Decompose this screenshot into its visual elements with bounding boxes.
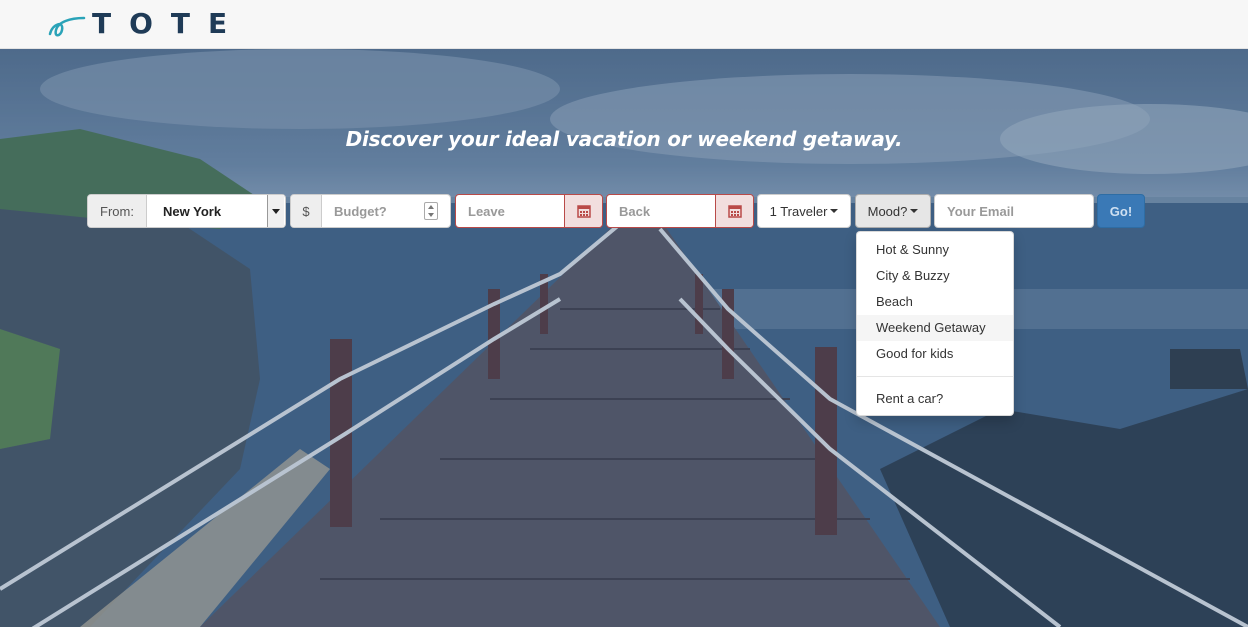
caret-down-icon [910, 209, 919, 213]
mood-dropdown-button[interactable]: Mood? [855, 194, 931, 228]
back-placeholder: Back [619, 203, 651, 219]
back-date-input[interactable]: Back [606, 194, 754, 228]
leave-date-input[interactable]: Leave [455, 194, 603, 228]
dollar-addon: $ [291, 195, 322, 227]
menu-item-weekend-getaway[interactable]: Weekend Getaway [857, 315, 1013, 341]
menu-divider [857, 376, 1013, 377]
leave-placeholder: Leave [468, 203, 505, 219]
number-spinner[interactable] [424, 202, 438, 220]
email-input[interactable]: Your Email [934, 194, 1094, 228]
menu-item-beach[interactable]: Beach [857, 289, 1013, 315]
logo-text: TOTE [92, 7, 246, 40]
swoosh-icon [48, 16, 86, 37]
mood-label: Mood? [867, 203, 908, 219]
traveler-dropdown-button[interactable]: 1 Traveler [757, 194, 851, 228]
email-placeholder: Your Email [947, 203, 1014, 219]
brand-logo[interactable]: TOTE [46, 8, 245, 40]
caret-down-icon [830, 209, 839, 213]
go-button[interactable]: Go! [1097, 194, 1145, 228]
menu-item-hot-sunny[interactable]: Hot & Sunny [857, 237, 1013, 263]
menu-item-rent-a-car[interactable]: Rent a car? [857, 386, 1013, 412]
hero-section: Discover your ideal vacation or weekend … [0, 49, 1248, 627]
mood-dropdown-menu: Hot & Sunny City & Buzzy Beach Weekend G… [856, 231, 1014, 416]
menu-item-good-for-kids[interactable]: Good for kids [857, 341, 1013, 367]
from-value: New York [163, 203, 222, 219]
hero-headline: Discover your ideal vacation or weekend … [345, 127, 903, 151]
from-select[interactable]: From: New York [87, 194, 286, 228]
calendar-icon[interactable] [715, 195, 753, 227]
budget-placeholder: Budget? [334, 203, 387, 219]
from-label: From: [88, 195, 147, 227]
calendar-icon[interactable] [564, 195, 602, 227]
menu-item-city-buzzy[interactable]: City & Buzzy [857, 263, 1013, 289]
top-navbar: TOTE [0, 0, 1248, 49]
budget-input[interactable]: $ Budget? [290, 194, 451, 228]
chevron-down-icon[interactable] [267, 195, 284, 227]
traveler-label: 1 Traveler [769, 203, 828, 219]
